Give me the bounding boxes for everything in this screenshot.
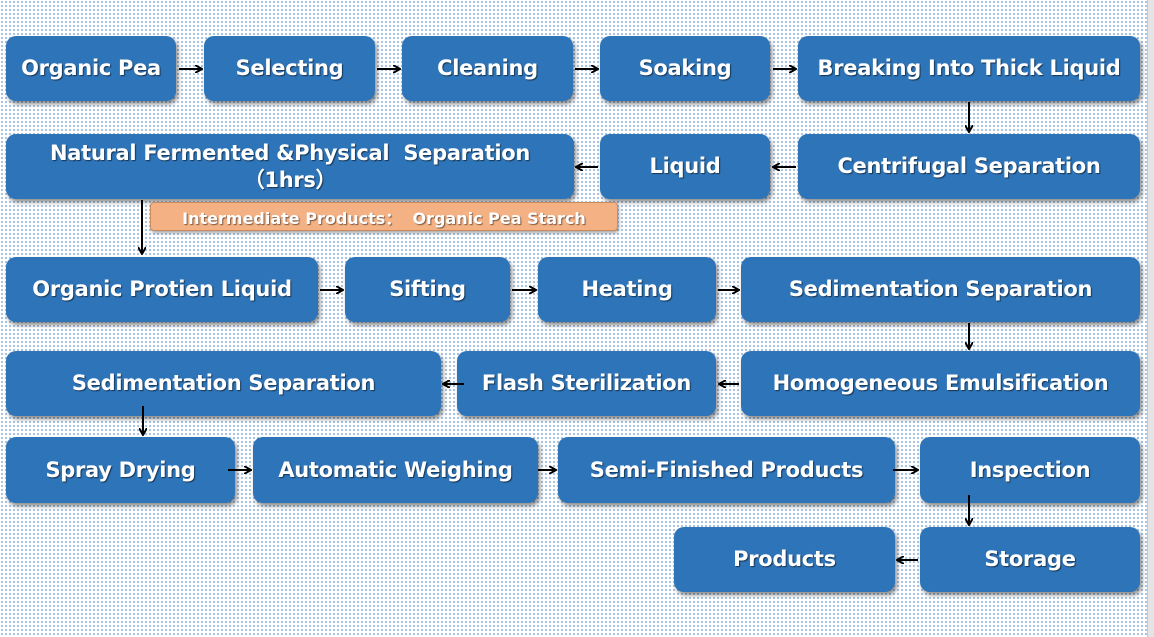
step-organic-protein-liquid: Organic Protien Liquid [6,257,318,322]
step-spray-drying: Spray Drying [6,437,235,503]
step-storage: Storage [920,527,1140,592]
step-sifting: Sifting [345,257,510,322]
step-selecting: Selecting [204,36,375,101]
step-products: Products [674,527,895,592]
step-homogeneous: Homogeneous Emulsification [741,351,1140,416]
step-natural-fermented: Natural Fermented &Physical Separation （… [6,134,574,199]
step-label: Centrifugal Separation [837,154,1101,179]
step-label: Natural Fermented &Physical Separation [49,141,531,166]
note-label: Intermediate Products： Organic Pea Starc… [182,208,586,228]
step-flash-sterilization: Flash Sterilization [457,351,716,416]
step-soaking: Soaking [600,36,770,101]
step-label: Sedimentation Separation [71,371,376,396]
step-label: Organic Pea [21,56,161,81]
step-semi-finished: Semi-Finished Products [558,437,895,503]
step-heating: Heating [538,257,716,322]
step-sublabel: （1hrs） [243,167,337,192]
step-automatic-weighing: Automatic Weighing [253,437,538,503]
step-label: Breaking Into Thick Liquid [817,56,1121,81]
step-label: Products [733,547,836,572]
step-label: Selecting [235,56,344,81]
step-label: Cleaning [437,56,538,81]
step-label: Soaking [638,56,732,81]
step-liquid: Liquid [600,134,770,199]
step-label: Semi-Finished Products [589,457,864,482]
step-label: Storage [984,547,1076,572]
step-label: Sifting [389,277,466,302]
step-label: Spray Drying [45,457,196,482]
step-inspection: Inspection [920,437,1140,503]
step-breaking: Breaking Into Thick Liquid [798,36,1140,101]
step-organic-pea: Organic Pea [6,36,176,101]
step-sedimentation-1: Sedimentation Separation [741,257,1140,322]
step-label: Heating [581,277,673,302]
step-label: Inspection [969,457,1091,482]
step-label: Homogeneous Emulsification [772,371,1109,396]
right-edge-strip [1147,0,1154,637]
step-label: Sedimentation Separation [788,277,1093,302]
step-label: Liquid [649,154,721,179]
step-label: Organic Protien Liquid [32,277,292,302]
step-cleaning: Cleaning [402,36,573,101]
intermediate-products-note: Intermediate Products： Organic Pea Starc… [150,202,618,231]
step-label: Flash Sterilization [481,371,692,396]
step-sedimentation-2: Sedimentation Separation [6,351,441,416]
step-centrifugal: Centrifugal Separation [798,134,1140,199]
step-label: Automatic Weighing [278,457,513,482]
